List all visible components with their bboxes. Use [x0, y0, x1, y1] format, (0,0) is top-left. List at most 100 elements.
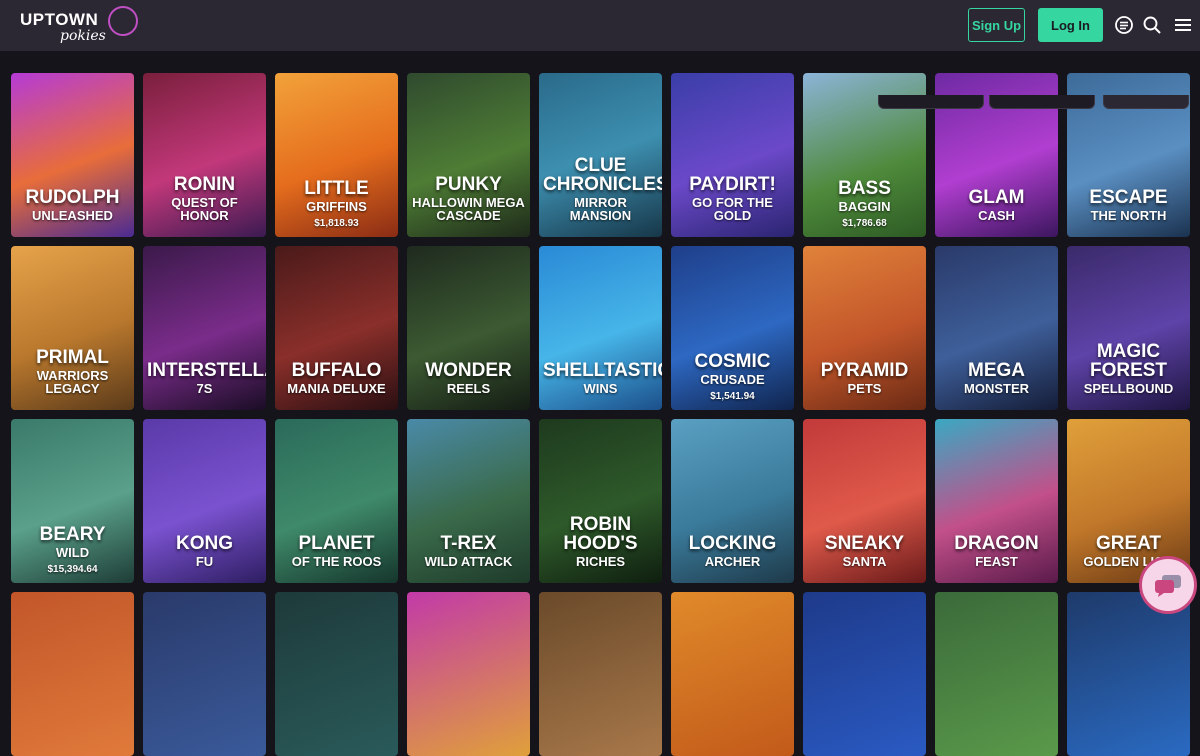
filter-dropdown-1[interactable] — [878, 95, 984, 109]
game-tile[interactable]: Magic Forest Spellbound — [1067, 246, 1190, 410]
search-icon[interactable] — [1142, 15, 1162, 35]
log-in-button[interactable]: Log In — [1038, 8, 1103, 42]
game-title: Great — [1095, 533, 1162, 555]
game-tile[interactable]: Mega Monster — [935, 246, 1058, 410]
view-toggle[interactable] — [1103, 95, 1189, 109]
game-tile[interactable]: Rudolph Unleashed — [11, 73, 134, 237]
game-tile[interactable]: Robin Hood's Riches — [539, 419, 662, 583]
tile-spacer — [539, 396, 662, 410]
game-tile[interactable]: Cosmic Crusade $1,541.94 — [671, 246, 794, 410]
game-tile[interactable]: Clue Chronicles Mirror Mansion — [539, 73, 662, 237]
game-tile[interactable] — [539, 592, 662, 756]
tile-spacer — [671, 223, 794, 237]
game-title: Interstellar — [147, 360, 266, 382]
tile-spacer — [935, 396, 1058, 410]
game-tile[interactable] — [275, 592, 398, 756]
game-tile[interactable]: Punky Hallowin Mega Cascade — [407, 73, 530, 237]
game-title: Robin Hood's — [563, 514, 638, 555]
game-subtitle: Unleashed — [32, 208, 113, 224]
game-tile[interactable]: Dragon Feast — [935, 419, 1058, 583]
menu-list-icon[interactable] — [1114, 15, 1134, 35]
game-tile[interactable]: Little Griffins $1,818.93 — [275, 73, 398, 237]
game-tile[interactable] — [407, 592, 530, 756]
tile-spacer — [935, 742, 1058, 756]
filter-dropdown-2[interactable] — [989, 95, 1095, 109]
game-title: Sneaky — [824, 533, 905, 555]
game-subtitle: Baggin — [838, 199, 891, 215]
tile-spacer — [407, 742, 530, 756]
game-tile[interactable]: Primal Warriors Legacy — [11, 246, 134, 410]
game-tile[interactable]: Buffalo Mania Deluxe — [275, 246, 398, 410]
tile-spacer — [275, 742, 398, 756]
tile-spacer — [539, 223, 662, 237]
tile-spacer — [935, 223, 1058, 237]
game-subtitle: Hallowin Mega Cascade — [412, 194, 525, 224]
game-tile[interactable]: Sneaky Santa — [803, 419, 926, 583]
game-tile[interactable] — [1067, 592, 1190, 756]
jackpot-amount: $1,818.93 — [314, 218, 359, 229]
filter-bar-edge — [0, 51, 1200, 109]
tile-spacer — [407, 396, 530, 410]
game-tile[interactable]: Interstellar7s — [143, 246, 266, 410]
game-tile[interactable] — [143, 592, 266, 756]
game-title: Dragon — [954, 533, 1039, 555]
game-title: Little — [304, 178, 369, 200]
game-title: Primal — [36, 346, 109, 368]
tile-spacer — [803, 396, 926, 410]
game-subtitle: Feast — [975, 554, 1018, 570]
game-title: Beary — [39, 524, 106, 546]
game-tile[interactable] — [803, 592, 926, 756]
game-tile[interactable] — [935, 592, 1058, 756]
sign-up-button[interactable]: Sign Up — [968, 8, 1025, 42]
tile-spacer — [11, 396, 134, 410]
game-tile[interactable]: Wonder Reels — [407, 246, 530, 410]
game-title: Escape — [1089, 187, 1168, 209]
tile-spacer — [803, 569, 926, 583]
tile-spacer — [407, 569, 530, 583]
game-title: Punky — [435, 173, 502, 195]
game-subtitle: The North — [1090, 208, 1167, 224]
tile-spacer — [407, 223, 530, 237]
game-subtitle: Santa — [842, 554, 887, 570]
game-subtitle: Wins — [583, 381, 618, 397]
tile-spacer — [275, 569, 398, 583]
hamburger-icon[interactable] — [1173, 15, 1193, 35]
game-title: Paydirt! — [689, 173, 776, 195]
game-tile[interactable]: Shelltastic Wins — [539, 246, 662, 410]
game-tile[interactable] — [671, 592, 794, 756]
game-tile[interactable]: Locking Archer — [671, 419, 794, 583]
game-subtitle: Archer — [704, 554, 761, 570]
jackpot-amount: $1,541.94 — [710, 391, 755, 402]
tile-spacer — [935, 569, 1058, 583]
game-tile[interactable]: Pyramid Pets — [803, 246, 926, 410]
game-title: Bass — [838, 178, 891, 200]
game-title: Ronin — [173, 173, 236, 195]
game-title: Glam — [968, 187, 1025, 209]
tile-spacer — [539, 742, 662, 756]
game-title: Kong — [176, 533, 233, 555]
game-tile[interactable]: Ronin Quest of Honor — [143, 73, 266, 237]
live-chat-button[interactable] — [1139, 556, 1197, 614]
game-subtitle: Griffins — [306, 199, 367, 215]
game-title: Clue Chronicles — [543, 154, 662, 195]
tile-spacer — [803, 742, 926, 756]
game-tile[interactable]: Kong Fu — [143, 419, 266, 583]
game-subtitle: of the Roos — [291, 554, 382, 570]
game-subtitle: Warriors Legacy — [36, 367, 109, 397]
game-title: Rudolph — [25, 187, 120, 209]
tile-spacer — [671, 569, 794, 583]
logo-cherry-icon — [108, 6, 138, 36]
jackpot-amount: $15,394.64 — [47, 564, 98, 575]
game-subtitle: Riches — [575, 554, 626, 570]
game-tile[interactable]: Paydirt! Go for the Gold — [671, 73, 794, 237]
game-subtitle: Go for the Gold — [692, 194, 773, 224]
game-tile[interactable]: Beary Wild $15,394.64 — [11, 419, 134, 583]
site-logo[interactable]: UPTOWN pokies — [20, 4, 138, 46]
game-tile[interactable] — [11, 592, 134, 756]
game-title: Mega — [968, 360, 1025, 382]
game-subtitle: Mania Deluxe — [287, 381, 386, 397]
game-tile[interactable]: T-Rex Wild Attack — [407, 419, 530, 583]
game-tile[interactable]: Planet of the Roos — [275, 419, 398, 583]
tile-spacer — [1067, 396, 1190, 410]
game-subtitle: Pets — [847, 381, 882, 397]
